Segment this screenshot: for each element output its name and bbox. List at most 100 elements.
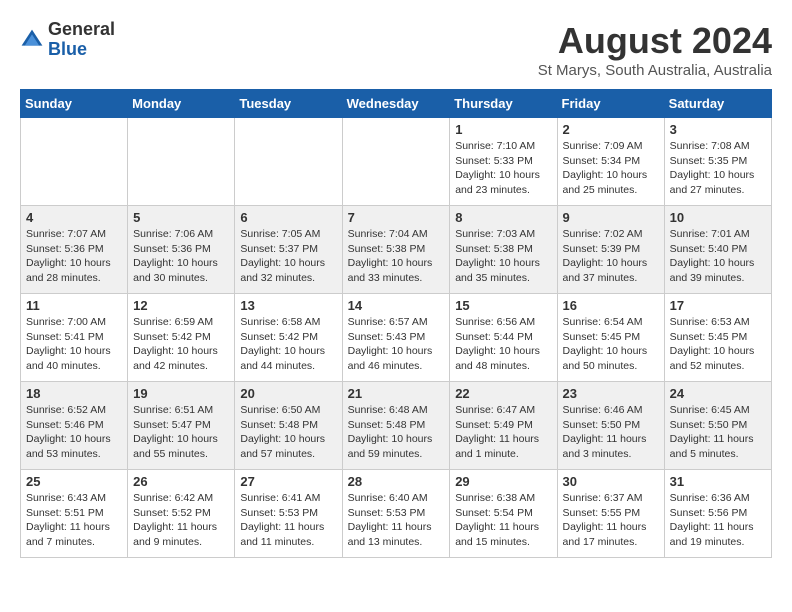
calendar-cell <box>21 118 128 206</box>
day-number: 15 <box>455 298 551 313</box>
day-info: Sunrise: 6:43 AM Sunset: 5:51 PM Dayligh… <box>26 491 122 550</box>
day-number: 26 <box>133 474 229 489</box>
calendar-cell: 19 Sunrise: 6:51 AM Sunset: 5:47 PM Dayli… <box>128 382 235 470</box>
day-number: 7 <box>348 210 445 225</box>
day-info: Sunrise: 7:08 AM Sunset: 5:35 PM Dayligh… <box>670 139 766 198</box>
logo-text: General Blue <box>48 20 115 60</box>
day-info: Sunrise: 6:42 AM Sunset: 5:52 PM Dayligh… <box>133 491 229 550</box>
calendar-week-row: 11Sunrise: 7:00 AM Sunset: 5:41 PM Dayli… <box>21 294 772 382</box>
day-number: 23 <box>563 386 659 401</box>
day-info: Sunrise: 6:50 AM Sunset: 5:48 PM Dayligh… <box>240 403 336 462</box>
day-info: Sunrise: 7:05 AM Sunset: 5:37 PM Dayligh… <box>240 227 336 286</box>
calendar-cell: 23 Sunrise: 6:46 AM Sunset: 5:50 PM Dayli… <box>557 382 664 470</box>
day-info: Sunrise: 7:10 AM Sunset: 5:33 PM Dayligh… <box>455 139 551 198</box>
day-number: 22 <box>455 386 551 401</box>
day-number: 12 <box>133 298 229 313</box>
calendar-cell: 1 Sunrise: 7:10 AM Sunset: 5:33 PM Daylig… <box>450 118 557 206</box>
calendar-cell: 15 Sunrise: 6:56 AM Sunset: 5:44 PM Dayli… <box>450 294 557 382</box>
day-number: 21 <box>348 386 445 401</box>
logo-general: General <box>48 20 115 40</box>
calendar-cell: 26 Sunrise: 6:42 AM Sunset: 5:52 PM Dayli… <box>128 470 235 558</box>
day-info: Sunrise: 7:04 AM Sunset: 5:38 PM Dayligh… <box>348 227 445 286</box>
day-number: 19 <box>133 386 229 401</box>
calendar-cell: 24 Sunrise: 6:45 AM Sunset: 5:50 PM Dayli… <box>664 382 771 470</box>
day-number: 18 <box>26 386 122 401</box>
day-number: 29 <box>455 474 551 489</box>
day-info: Sunrise: 6:51 AM Sunset: 5:47 PM Dayligh… <box>133 403 229 462</box>
day-info: Sunrise: 7:06 AM Sunset: 5:36 PM Dayligh… <box>133 227 229 286</box>
day-info: Sunrise: 7:09 AM Sunset: 5:34 PM Dayligh… <box>563 139 659 198</box>
weekday-header: Thursday <box>450 90 557 118</box>
day-number: 1 <box>455 122 551 137</box>
day-number: 27 <box>240 474 336 489</box>
calendar-cell: 22 Sunrise: 6:47 AM Sunset: 5:49 PM Dayli… <box>450 382 557 470</box>
day-info: Sunrise: 7:00 AM Sunset: 5:41 PM Dayligh… <box>26 315 122 374</box>
day-number: 2 <box>563 122 659 137</box>
logo: General Blue <box>20 20 115 60</box>
weekday-header: Tuesday <box>235 90 342 118</box>
day-info: Sunrise: 6:52 AM Sunset: 5:46 PM Dayligh… <box>26 403 122 462</box>
day-number: 20 <box>240 386 336 401</box>
calendar-cell: 29 Sunrise: 6:38 AM Sunset: 5:54 PM Dayli… <box>450 470 557 558</box>
calendar-cell: 20 Sunrise: 6:50 AM Sunset: 5:48 PM Dayli… <box>235 382 342 470</box>
calendar-cell: 11Sunrise: 7:00 AM Sunset: 5:41 PM Dayli… <box>21 294 128 382</box>
day-number: 8 <box>455 210 551 225</box>
weekday-header: Saturday <box>664 90 771 118</box>
calendar-cell: 18 Sunrise: 6:52 AM Sunset: 5:46 PM Dayli… <box>21 382 128 470</box>
day-number: 24 <box>670 386 766 401</box>
calendar-cell: 30 Sunrise: 6:37 AM Sunset: 5:55 PM Dayli… <box>557 470 664 558</box>
location: St Marys, South Australia, Australia <box>538 62 772 79</box>
day-number: 31 <box>670 474 766 489</box>
day-number: 16 <box>563 298 659 313</box>
day-info: Sunrise: 6:54 AM Sunset: 5:45 PM Dayligh… <box>563 315 659 374</box>
calendar-table: SundayMondayTuesdayWednesdayThursdayFrid… <box>20 89 772 558</box>
calendar-cell: 4Sunrise: 7:07 AM Sunset: 5:36 PM Daylig… <box>21 206 128 294</box>
calendar-cell <box>342 118 450 206</box>
calendar-cell: 8Sunrise: 7:03 AM Sunset: 5:38 PM Daylig… <box>450 206 557 294</box>
day-info: Sunrise: 6:46 AM Sunset: 5:50 PM Dayligh… <box>563 403 659 462</box>
day-number: 6 <box>240 210 336 225</box>
calendar-cell: 28 Sunrise: 6:40 AM Sunset: 5:53 PM Dayli… <box>342 470 450 558</box>
page-header: General Blue August 2024 St Marys, South… <box>20 20 772 79</box>
calendar-week-row: 1 Sunrise: 7:10 AM Sunset: 5:33 PM Daylig… <box>21 118 772 206</box>
day-number: 30 <box>563 474 659 489</box>
calendar-cell: 3 Sunrise: 7:08 AM Sunset: 5:35 PM Daylig… <box>664 118 771 206</box>
weekday-header: Friday <box>557 90 664 118</box>
calendar-cell: 16 Sunrise: 6:54 AM Sunset: 5:45 PM Dayli… <box>557 294 664 382</box>
day-info: Sunrise: 6:59 AM Sunset: 5:42 PM Dayligh… <box>133 315 229 374</box>
calendar-cell: 12 Sunrise: 6:59 AM Sunset: 5:42 PM Dayli… <box>128 294 235 382</box>
calendar-cell: 10 Sunrise: 7:01 AM Sunset: 5:40 PM Dayli… <box>664 206 771 294</box>
calendar-cell: 17Sunrise: 6:53 AM Sunset: 5:45 PM Dayli… <box>664 294 771 382</box>
day-info: Sunrise: 6:38 AM Sunset: 5:54 PM Dayligh… <box>455 491 551 550</box>
day-info: Sunrise: 7:01 AM Sunset: 5:40 PM Dayligh… <box>670 227 766 286</box>
day-info: Sunrise: 6:56 AM Sunset: 5:44 PM Dayligh… <box>455 315 551 374</box>
day-info: Sunrise: 6:57 AM Sunset: 5:43 PM Dayligh… <box>348 315 445 374</box>
weekday-header: Wednesday <box>342 90 450 118</box>
logo-icon <box>20 28 44 52</box>
calendar-cell: 13Sunrise: 6:58 AM Sunset: 5:42 PM Dayli… <box>235 294 342 382</box>
day-number: 17 <box>670 298 766 313</box>
calendar-cell: 27 Sunrise: 6:41 AM Sunset: 5:53 PM Dayli… <box>235 470 342 558</box>
day-info: Sunrise: 7:02 AM Sunset: 5:39 PM Dayligh… <box>563 227 659 286</box>
logo-blue: Blue <box>48 40 115 60</box>
calendar-cell: 21Sunrise: 6:48 AM Sunset: 5:48 PM Dayli… <box>342 382 450 470</box>
day-number: 10 <box>670 210 766 225</box>
calendar-week-row: 4Sunrise: 7:07 AM Sunset: 5:36 PM Daylig… <box>21 206 772 294</box>
day-number: 4 <box>26 210 122 225</box>
day-info: Sunrise: 6:37 AM Sunset: 5:55 PM Dayligh… <box>563 491 659 550</box>
calendar-week-row: 18 Sunrise: 6:52 AM Sunset: 5:46 PM Dayli… <box>21 382 772 470</box>
day-number: 28 <box>348 474 445 489</box>
calendar-cell <box>235 118 342 206</box>
day-info: Sunrise: 6:45 AM Sunset: 5:50 PM Dayligh… <box>670 403 766 462</box>
day-info: Sunrise: 6:47 AM Sunset: 5:49 PM Dayligh… <box>455 403 551 462</box>
weekday-header: Sunday <box>21 90 128 118</box>
weekday-header: Monday <box>128 90 235 118</box>
header-row: SundayMondayTuesdayWednesdayThursdayFrid… <box>21 90 772 118</box>
day-info: Sunrise: 6:41 AM Sunset: 5:53 PM Dayligh… <box>240 491 336 550</box>
day-info: Sunrise: 6:40 AM Sunset: 5:53 PM Dayligh… <box>348 491 445 550</box>
day-number: 3 <box>670 122 766 137</box>
day-number: 9 <box>563 210 659 225</box>
calendar-cell: 31Sunrise: 6:36 AM Sunset: 5:56 PM Dayli… <box>664 470 771 558</box>
calendar-week-row: 25Sunrise: 6:43 AM Sunset: 5:51 PM Dayli… <box>21 470 772 558</box>
day-info: Sunrise: 6:58 AM Sunset: 5:42 PM Dayligh… <box>240 315 336 374</box>
